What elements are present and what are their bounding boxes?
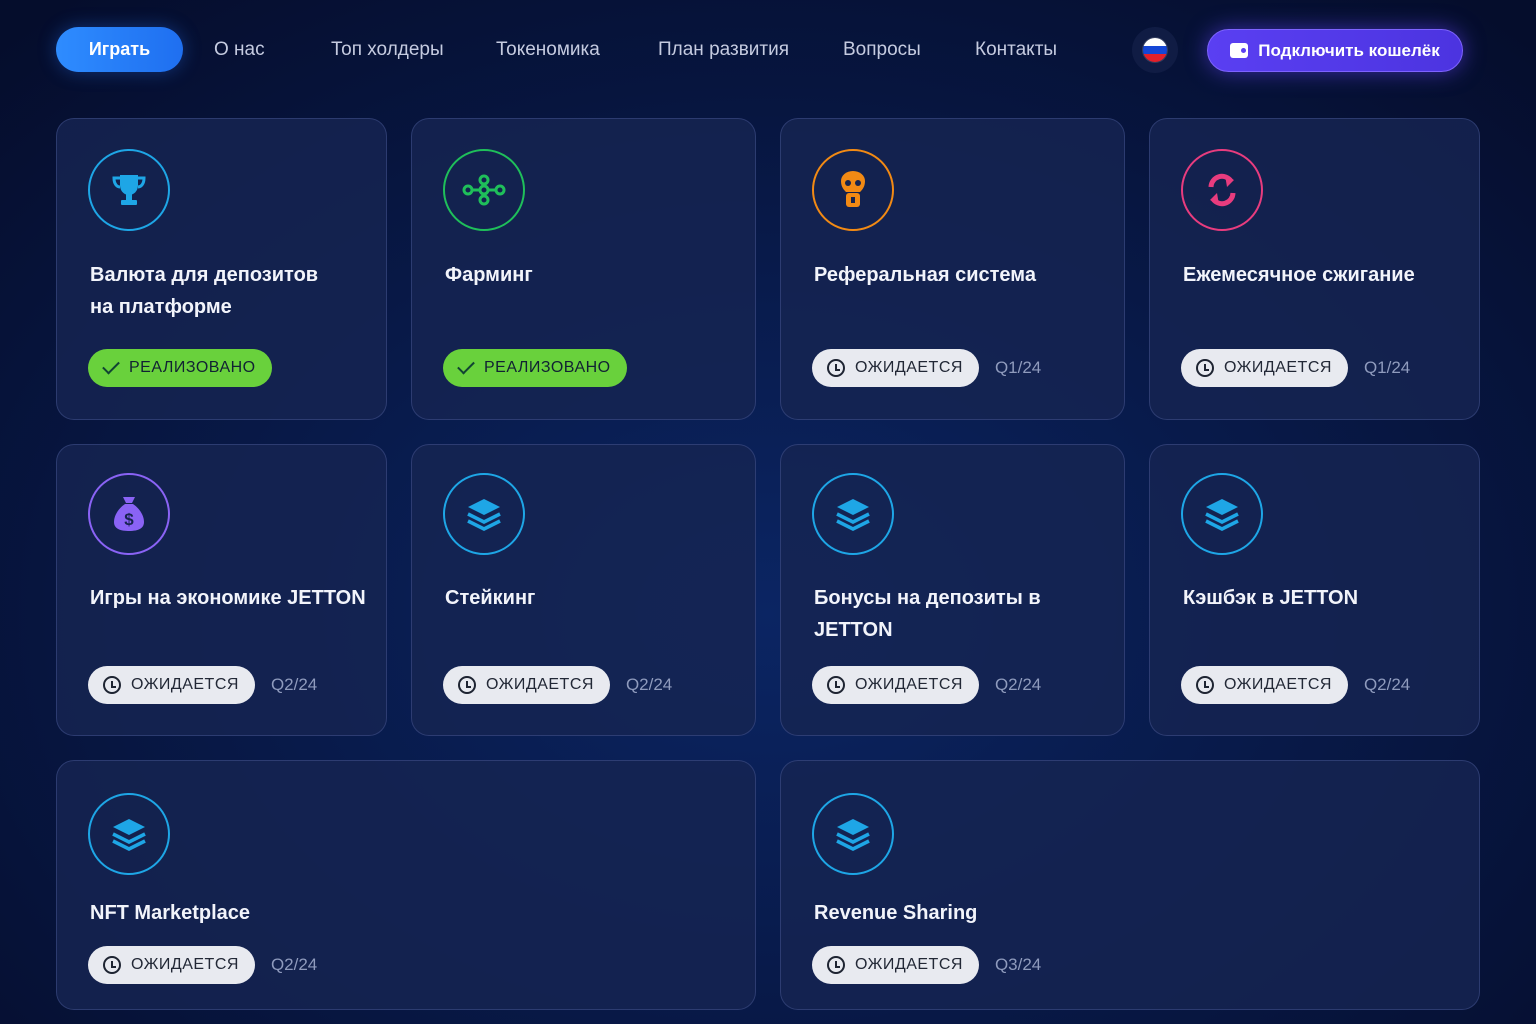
money-bag-icon: $ (88, 473, 170, 555)
status-badge: ОЖИДАЕТСЯ (88, 666, 255, 704)
russia-flag-icon (1143, 38, 1167, 62)
layers-icon (88, 793, 170, 875)
check-icon (102, 356, 120, 375)
quarter-label: Q1/24 (1363, 358, 1411, 377)
clock-icon (1196, 676, 1214, 694)
card-title: NFT Marketplace (90, 902, 251, 924)
quarter-label: Q2/24 (270, 675, 318, 694)
nav-link-top-holders[interactable]: Топ холдеры (331, 39, 444, 61)
layers-icon (1181, 473, 1263, 555)
refresh-icon (1181, 149, 1263, 231)
status-label: ОЖИДАЕТСЯ (855, 676, 963, 693)
status-label: ОЖИДАЕТСЯ (131, 676, 239, 693)
referral-icon (812, 149, 894, 231)
card-title: Реферальная система (814, 264, 1036, 286)
status-badge: ОЖИДАЕТСЯ (88, 946, 255, 984)
clock-icon (827, 676, 845, 694)
connect-wallet-button[interactable]: Подключить кошелёк (1207, 29, 1463, 72)
roadmap-card-monthly-burn: Ежемесячное сжигание ОЖИДАЕТСЯ Q1/24 (1149, 118, 1480, 420)
status-badge: РЕАЛИЗОВАНО (88, 349, 272, 387)
layers-icon (812, 473, 894, 555)
status-label: ОЖИДАЕТСЯ (131, 956, 239, 973)
card-title: Ежемесячное сжигание (1183, 264, 1415, 286)
clock-icon (103, 676, 121, 694)
status-label: ОЖИДАЕТСЯ (1224, 676, 1332, 693)
nav-link-roadmap[interactable]: План развития (658, 39, 789, 61)
quarter-label: Q2/24 (1363, 675, 1411, 694)
roadmap-card-farming: Фарминг РЕАЛИЗОВАНО (411, 118, 756, 420)
status-badge: ОЖИДАЕТСЯ (1181, 666, 1348, 704)
quarter-label: Q2/24 (994, 675, 1042, 694)
status-label: РЕАЛИЗОВАНО (129, 359, 256, 376)
roadmap-card-jetton-games: $ Игры на экономике JETTON ОЖИДАЕТСЯ Q2/… (56, 444, 387, 736)
nav-link-faq[interactable]: Вопросы (843, 39, 921, 61)
card-title: Кэшбэк в JETTON (1183, 587, 1359, 609)
clock-icon (827, 956, 845, 974)
top-navigation: Играть О нас Топ холдеры Токеномика План… (56, 27, 1466, 73)
roadmap-card-cashback: Кэшбэк в JETTON ОЖИДАЕТСЯ Q2/24 (1149, 444, 1480, 736)
card-title: Бонусы на депозиты в JETTON (814, 587, 1041, 641)
status-label: ОЖИДАЕТСЯ (855, 956, 963, 973)
roadmap-card-deposit-bonuses: Бонусы на депозиты в JETTON ОЖИДАЕТСЯ Q2… (780, 444, 1125, 736)
status-badge: ОЖИДАЕТСЯ (1181, 349, 1348, 387)
play-button[interactable]: Играть (56, 27, 183, 72)
status-label: ОЖИДАЕТСЯ (855, 359, 963, 376)
quarter-label: Q2/24 (270, 955, 318, 974)
network-icon (443, 149, 525, 231)
status-badge: РЕАЛИЗОВАНО (443, 349, 627, 387)
nav-link-contacts[interactable]: Контакты (975, 39, 1057, 61)
quarter-label: Q1/24 (994, 358, 1042, 377)
card-title: Revenue Sharing (814, 902, 978, 924)
quarter-label: Q2/24 (625, 675, 673, 694)
roadmap-card-staking: Стейкинг ОЖИДАЕТСЯ Q2/24 (411, 444, 756, 736)
roadmap-card-nft-marketplace: NFT Marketplace ОЖИДАЕТСЯ Q2/24 (56, 760, 756, 1010)
nav-link-about[interactable]: О нас (214, 39, 265, 61)
roadmap-card-revenue-sharing: Revenue Sharing ОЖИДАЕТСЯ Q3/24 (780, 760, 1480, 1010)
roadmap-card-referral: Реферальная система ОЖИДАЕТСЯ Q1/24 (780, 118, 1125, 420)
status-badge: ОЖИДАЕТСЯ (812, 946, 979, 984)
status-badge: ОЖИДАЕТСЯ (812, 349, 979, 387)
clock-icon (458, 676, 476, 694)
check-icon (457, 356, 475, 375)
status-label: РЕАЛИЗОВАНО (484, 359, 611, 376)
trophy-icon (88, 149, 170, 231)
layers-icon (443, 473, 525, 555)
clock-icon (103, 956, 121, 974)
card-title: Валюта для депозитов на платформе (90, 264, 319, 318)
card-title: Игры на экономике JETTON (90, 587, 366, 609)
svg-text:$: $ (124, 510, 134, 529)
status-label: ОЖИДАЕТСЯ (1224, 359, 1332, 376)
language-selector[interactable] (1132, 27, 1178, 73)
wallet-icon (1230, 43, 1249, 58)
roadmap-card-deposit-currency: Валюта для депозитов на платформе РЕАЛИЗ… (56, 118, 387, 420)
status-badge: ОЖИДАЕТСЯ (443, 666, 610, 704)
card-title: Фарминг (445, 264, 533, 286)
card-title: Стейкинг (445, 587, 536, 609)
clock-icon (827, 359, 845, 377)
clock-icon (1196, 359, 1214, 377)
status-label: ОЖИДАЕТСЯ (486, 676, 594, 693)
quarter-label: Q3/24 (994, 955, 1042, 974)
connect-wallet-label: Подключить кошелёк (1258, 40, 1440, 60)
layers-icon (812, 793, 894, 875)
nav-link-tokenomics[interactable]: Токеномика (496, 39, 600, 61)
status-badge: ОЖИДАЕТСЯ (812, 666, 979, 704)
